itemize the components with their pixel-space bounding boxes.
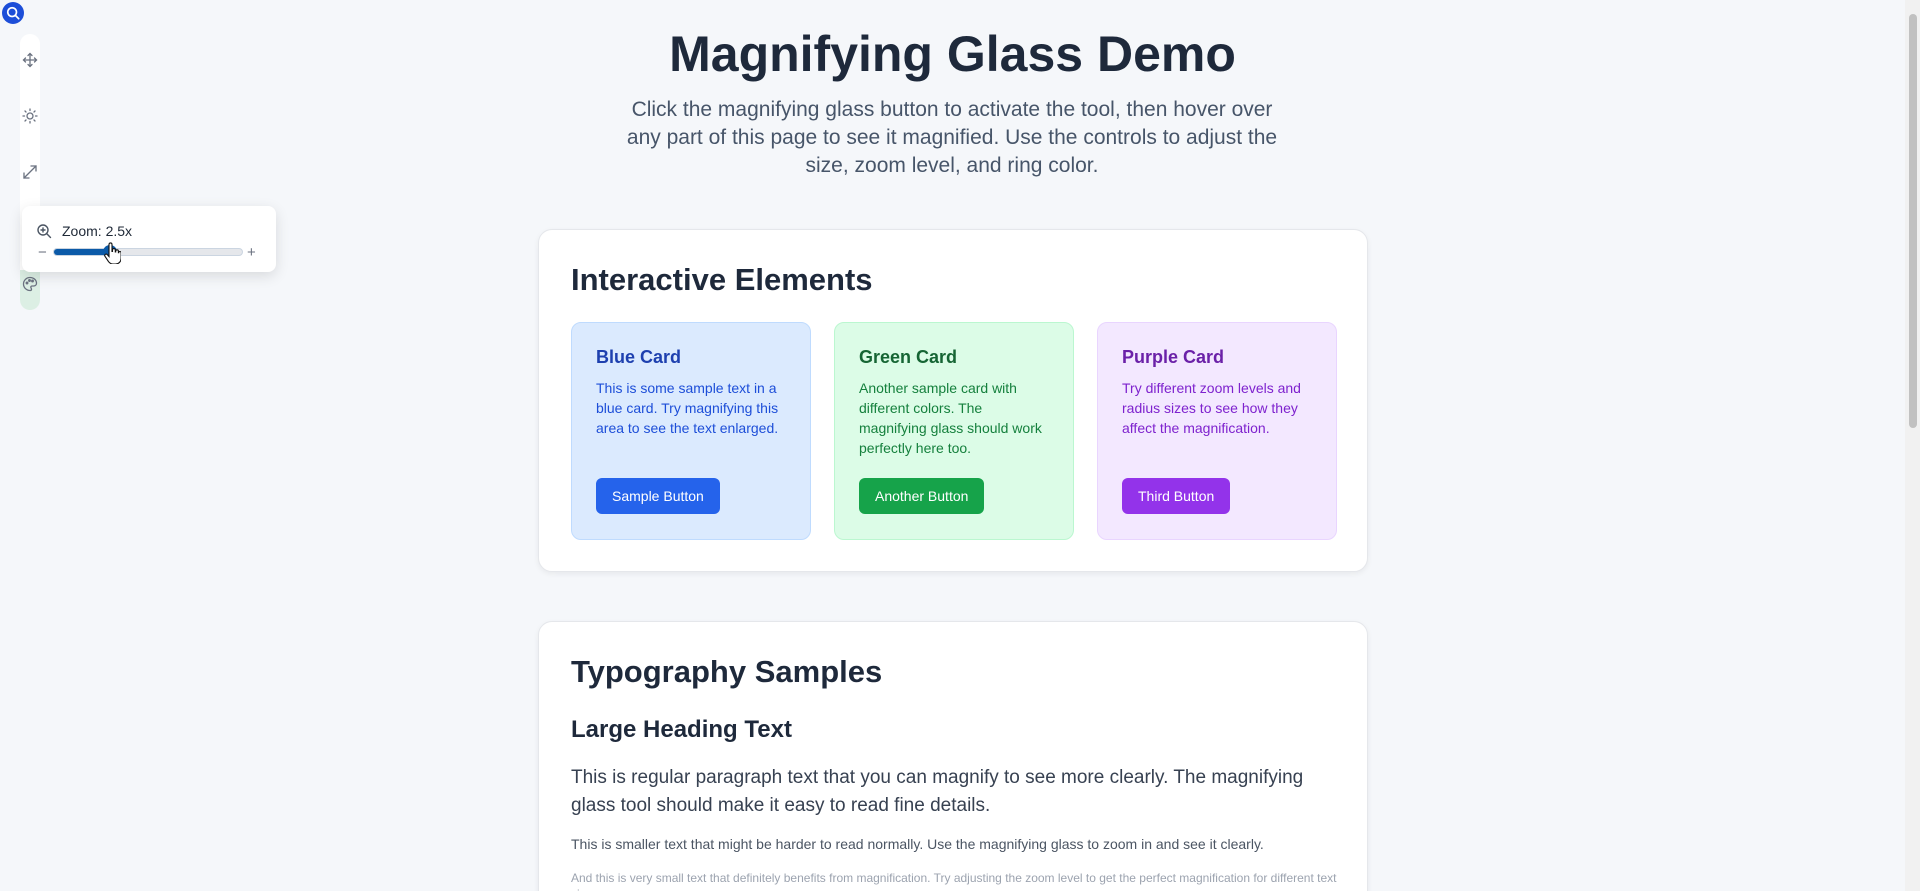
card-title: Green Card — [859, 347, 958, 367]
search-icon — [6, 6, 20, 20]
zoom-label: Zoom: 2.5x — [62, 223, 133, 239]
sun-icon — [22, 108, 38, 124]
section-title: Typography Samples — [571, 654, 883, 689]
green-card: Green Card Another sample card with diff… — [834, 322, 1074, 540]
card-text: This is some sample text in a blue card.… — [596, 380, 779, 436]
tiny-paragraph: And this is very small text that definit… — [571, 871, 1337, 891]
large-heading: Large Heading Text — [571, 716, 792, 743]
zoom-popover: Zoom: 2.5x − + — [22, 206, 276, 272]
regular-paragraph: This is regular paragraph text that you … — [571, 767, 1304, 816]
page-intro: Click the magnifying glass button to act… — [626, 98, 1278, 177]
zoom-slider[interactable] — [53, 245, 243, 259]
purple-card: Purple Card Try different zoom levels an… — [1097, 322, 1337, 540]
page-title: Magnifying Glass Demo — [669, 26, 1236, 82]
palette-icon — [22, 276, 38, 292]
card-text: Another sample card with different color… — [859, 380, 1042, 456]
page-scrollbar[interactable] — [1905, 0, 1920, 891]
typography-section: Typography Samples Large Heading Text Th… — [538, 621, 1368, 891]
zoom-increase-button[interactable]: + — [247, 243, 256, 263]
magnifier-toggle-button[interactable] — [2, 2, 24, 24]
section-title: Interactive Elements — [571, 262, 873, 297]
card-text: Try different zoom levels and radius siz… — [1122, 380, 1301, 436]
sample-button[interactable]: Sample Button — [596, 478, 720, 514]
card-title: Purple Card — [1122, 347, 1225, 367]
interactive-elements-section: Interactive Elements Blue Card This is s… — [538, 229, 1368, 572]
expand-button[interactable] — [20, 162, 40, 182]
card-title: Blue Card — [596, 347, 682, 367]
small-paragraph: This is smaller text that might be harde… — [571, 836, 1264, 852]
zoom-slider-fill — [54, 249, 111, 255]
ring-color-button[interactable] — [20, 274, 40, 294]
zoom-decrease-button[interactable]: − — [38, 243, 47, 263]
hand-cursor-icon — [104, 242, 121, 264]
third-button[interactable]: Third Button — [1122, 478, 1231, 514]
another-button[interactable]: Another Button — [859, 478, 985, 514]
size-button[interactable] — [20, 106, 40, 126]
expand-icon — [23, 165, 37, 179]
scrollbar-thumb[interactable] — [1909, 14, 1917, 428]
blue-card: Blue Card This is some sample text in a … — [571, 322, 811, 540]
zoom-in-icon — [37, 224, 52, 239]
